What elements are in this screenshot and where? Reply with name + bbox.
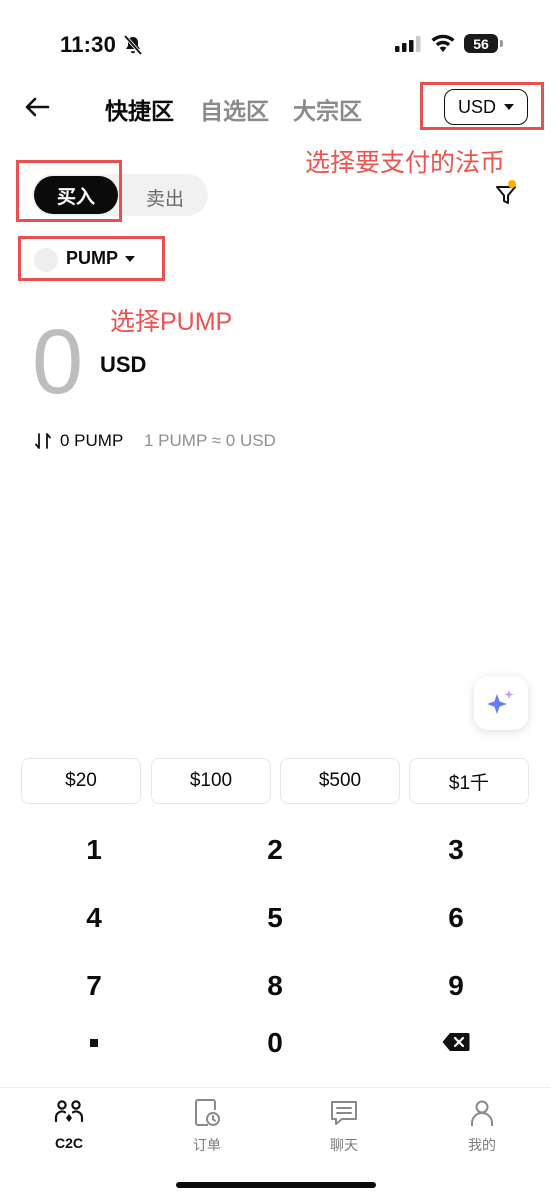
ai-assistant-button[interactable] <box>474 676 528 730</box>
swap-arrows-icon[interactable] <box>34 432 52 450</box>
exchange-rate: 1 PUMP ≈ 0 USD <box>144 431 276 450</box>
tab-quick[interactable]: 快捷区 <box>105 92 174 126</box>
order-clock-icon <box>195 1099 220 1126</box>
keypad-4[interactable]: 4 <box>54 902 134 934</box>
keypad-8[interactable]: 8 <box>235 970 315 1002</box>
signal-icon <box>395 36 421 52</box>
tab-custom[interactable]: 自选区 <box>200 92 269 126</box>
status-time: 11:30 <box>60 32 117 57</box>
filter-badge-dot <box>508 180 516 188</box>
quick-amount-500[interactable]: $500 <box>280 758 400 804</box>
bottom-tab-label: 聊天 <box>330 1137 358 1153</box>
back-arrow-icon[interactable] <box>22 94 52 120</box>
bottom-tab-label: 我的 <box>468 1137 496 1153</box>
battery-indicator: 56 <box>464 34 503 53</box>
tabbar-divider <box>0 1087 551 1088</box>
keypad-7[interactable]: 7 <box>54 970 134 1002</box>
keypad-6[interactable]: 6 <box>416 902 496 934</box>
bottom-tab-c2c[interactable]: C2C <box>29 1097 109 1151</box>
annotation-box-buy <box>16 160 122 222</box>
keypad-0[interactable]: 0 <box>235 1027 315 1059</box>
bottom-tab-chat[interactable]: 聊天 <box>304 1097 384 1155</box>
annotation-box-currency <box>420 82 544 130</box>
annotation-box-coin <box>18 236 165 281</box>
bottom-tab-label: C2C <box>54 1135 83 1151</box>
keypad-1[interactable]: 1 <box>54 834 134 866</box>
amount-unit: USD <box>100 352 147 377</box>
profile-icon <box>471 1100 493 1126</box>
keypad-3[interactable]: 3 <box>416 834 496 866</box>
backspace-icon[interactable] <box>442 1032 470 1052</box>
keypad-2[interactable]: 2 <box>235 834 315 866</box>
converted-amount: 0 PUMP <box>60 431 124 450</box>
quick-amount-100[interactable]: $100 <box>151 758 271 804</box>
home-indicator <box>176 1182 376 1188</box>
bottom-tab-orders[interactable]: 订单 <box>167 1097 247 1155</box>
c2c-users-icon <box>54 1100 84 1123</box>
sparkle-icon <box>487 690 514 714</box>
annotation-currency-hint: 选择要支付的法币 <box>305 149 506 177</box>
sell-toggle-button[interactable]: 卖出 <box>146 184 184 211</box>
bottom-tab-label: 订单 <box>193 1137 221 1153</box>
keypad-5[interactable]: 5 <box>235 902 315 934</box>
amount-value: 0 <box>32 311 84 413</box>
keypad-9[interactable]: 9 <box>416 970 496 1002</box>
bottom-tab-profile[interactable]: 我的 <box>442 1097 522 1155</box>
keypad-decimal[interactable] <box>90 1039 98 1047</box>
bell-muted-icon <box>123 34 143 56</box>
tab-block[interactable]: 大宗区 <box>293 92 362 126</box>
wifi-icon <box>431 34 455 52</box>
quick-amount-20[interactable]: $20 <box>21 758 141 804</box>
chat-icon <box>331 1101 357 1125</box>
quick-amount-1k[interactable]: $1千 <box>409 758 529 804</box>
annotation-coin-hint: 选择PUMP <box>110 308 233 336</box>
